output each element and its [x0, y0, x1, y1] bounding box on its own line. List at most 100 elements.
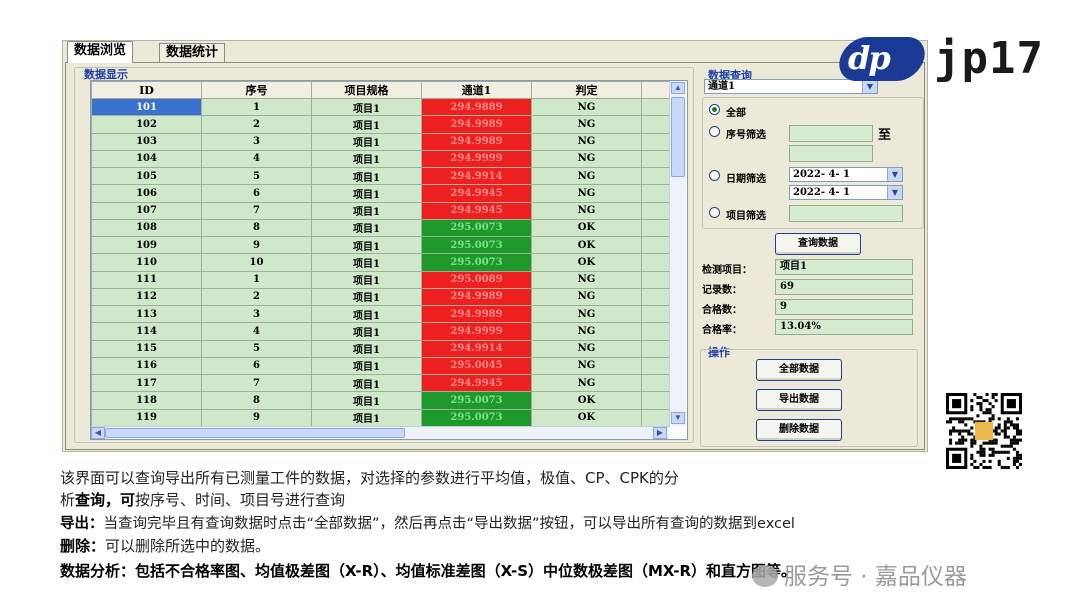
cell-ch1[interactable]: 295.0073: [421, 408, 532, 427]
chevron-down-icon[interactable]: ▼: [887, 168, 902, 181]
vertical-scrollbar[interactable]: ▲ ▼: [669, 81, 686, 426]
cell-seq[interactable]: 9: [201, 408, 312, 427]
cell-seq[interactable]: 1: [201, 97, 312, 117]
cell-spec[interactable]: 项目1: [311, 218, 422, 238]
cell-seq[interactable]: 6: [201, 356, 312, 376]
horizontal-scrollbar[interactable]: ◀ ▶: [91, 426, 669, 439]
cell-id[interactable]: 104: [91, 149, 202, 169]
col-header-seq[interactable]: 序号: [201, 81, 312, 99]
cell-id[interactable]: 105: [91, 166, 202, 186]
cell-spec[interactable]: 项目1: [311, 373, 422, 393]
cell-result[interactable]: NG: [531, 115, 642, 134]
cell-spec[interactable]: 项目1: [311, 201, 422, 220]
scroll-up-icon[interactable]: ▲: [671, 82, 685, 94]
cell-result[interactable]: OK: [531, 235, 642, 255]
table-row[interactable]: 102 2 项目1 294.9989 NG: [91, 115, 670, 134]
cell-result[interactable]: NG: [531, 373, 642, 393]
cell-seq[interactable]: 5: [201, 339, 312, 358]
cell-spec[interactable]: 项目1: [311, 115, 422, 134]
cell-id[interactable]: 109: [91, 235, 202, 255]
table-row[interactable]: 109 9 项目1 295.0073 OK: [91, 235, 670, 255]
cell-ch1[interactable]: 294.9945: [421, 184, 532, 203]
cell-seq[interactable]: 2: [201, 115, 312, 134]
cell-seq[interactable]: 1: [201, 270, 312, 289]
cell-id[interactable]: 103: [91, 132, 202, 151]
cell-id[interactable]: 113: [91, 304, 202, 324]
table-row[interactable]: 114 4 项目1 294.9999 NG: [91, 322, 670, 341]
cell-id[interactable]: 115: [91, 339, 202, 358]
table-row[interactable]: 115 5 项目1 294.9914 NG: [91, 339, 670, 358]
table-row[interactable]: 106 6 项目1 294.9945 NG: [91, 184, 670, 203]
cell-result[interactable]: NG: [531, 184, 642, 203]
all-data-button[interactable]: 全部数据: [756, 359, 842, 381]
cell-spec[interactable]: 项目1: [311, 184, 422, 203]
seq-from-input[interactable]: [789, 125, 873, 142]
cell-seq[interactable]: 3: [201, 304, 312, 324]
cell-ch1[interactable]: 294.9989: [421, 304, 532, 324]
tab-data-stats[interactable]: 数据统计: [159, 43, 226, 62]
scroll-down-icon[interactable]: ▼: [671, 412, 685, 424]
cell-id[interactable]: 116: [91, 356, 202, 376]
tab-data-browse[interactable]: 数据浏览: [67, 41, 134, 63]
cell-seq[interactable]: 3: [201, 132, 312, 151]
data-grid[interactable]: ID 序号 项目规格 通道1 判定 101 1 项目1 294.9889 NG 102 2 项…: [90, 80, 688, 440]
cell-ch1[interactable]: 294.9989: [421, 132, 532, 151]
cell-ch1[interactable]: 295.0073: [421, 235, 532, 255]
cell-seq[interactable]: 7: [201, 201, 312, 220]
col-header-id[interactable]: ID: [91, 81, 202, 99]
cell-spec[interactable]: 项目1: [311, 356, 422, 376]
cell-result[interactable]: NG: [531, 132, 642, 151]
cell-spec[interactable]: 项目1: [311, 322, 422, 341]
col-header-result[interactable]: 判定: [531, 81, 642, 99]
col-header-spec[interactable]: 项目规格: [311, 81, 422, 99]
table-row[interactable]: 118 8 项目1 295.0073 OK: [91, 391, 670, 410]
cell-result[interactable]: NG: [531, 149, 642, 169]
cell-seq[interactable]: 4: [201, 149, 312, 169]
scroll-right-icon[interactable]: ▶: [653, 427, 667, 439]
cell-ch1[interactable]: 295.0073: [421, 391, 532, 410]
cell-spec[interactable]: 项目1: [311, 304, 422, 324]
cell-ch1[interactable]: 294.9914: [421, 166, 532, 186]
cell-ch1[interactable]: 294.9889: [421, 97, 532, 117]
chevron-down-icon[interactable]: ▼: [887, 186, 902, 199]
query-data-button[interactable]: 查询数据: [775, 233, 861, 255]
cell-spec[interactable]: 项目1: [311, 287, 422, 307]
cell-spec[interactable]: 项目1: [311, 253, 422, 272]
cell-result[interactable]: OK: [531, 391, 642, 410]
cell-id[interactable]: 118: [91, 391, 202, 410]
cell-spec[interactable]: 项目1: [311, 235, 422, 255]
cell-id[interactable]: 111: [91, 270, 202, 289]
cell-ch1[interactable]: 294.9914: [421, 339, 532, 358]
cell-id[interactable]: 112: [91, 287, 202, 307]
cell-result[interactable]: NG: [531, 304, 642, 324]
cell-result[interactable]: OK: [531, 218, 642, 238]
cell-spec[interactable]: 项目1: [311, 149, 422, 169]
cell-ch1[interactable]: 294.9945: [421, 201, 532, 220]
table-row[interactable]: 111 1 项目1 295.0089 NG: [91, 270, 670, 289]
cell-ch1[interactable]: 295.0045: [421, 356, 532, 376]
date-to-picker[interactable]: 2022- 4- 1 ▼: [789, 185, 903, 200]
cell-seq[interactable]: 6: [201, 184, 312, 203]
cell-id[interactable]: 117: [91, 373, 202, 393]
cell-spec[interactable]: 项目1: [311, 132, 422, 151]
table-row[interactable]: 101 1 项目1 294.9889 NG: [91, 97, 670, 117]
cell-id[interactable]: 108: [91, 218, 202, 238]
cell-result[interactable]: NG: [531, 339, 642, 358]
table-row[interactable]: 108 8 项目1 295.0073 OK: [91, 218, 670, 238]
cell-seq[interactable]: 9: [201, 235, 312, 255]
cell-result[interactable]: NG: [531, 287, 642, 307]
cell-result[interactable]: NG: [531, 97, 642, 117]
cell-seq[interactable]: 5: [201, 166, 312, 186]
table-row[interactable]: 107 7 项目1 294.9945 NG: [91, 201, 670, 220]
table-row[interactable]: 105 5 项目1 294.9914 NG: [91, 166, 670, 186]
cell-ch1[interactable]: 295.0073: [421, 253, 532, 272]
cell-seq[interactable]: 10: [201, 253, 312, 272]
cell-spec[interactable]: 项目1: [311, 339, 422, 358]
cell-result[interactable]: NG: [531, 322, 642, 341]
radio-project-filter[interactable]: [709, 207, 720, 218]
cell-spec[interactable]: 项目1: [311, 391, 422, 410]
seq-to-input[interactable]: [789, 145, 873, 162]
col-header-ch1[interactable]: 通道1: [421, 81, 532, 99]
cell-result[interactable]: OK: [531, 253, 642, 272]
scroll-left-icon[interactable]: ◀: [91, 427, 105, 439]
